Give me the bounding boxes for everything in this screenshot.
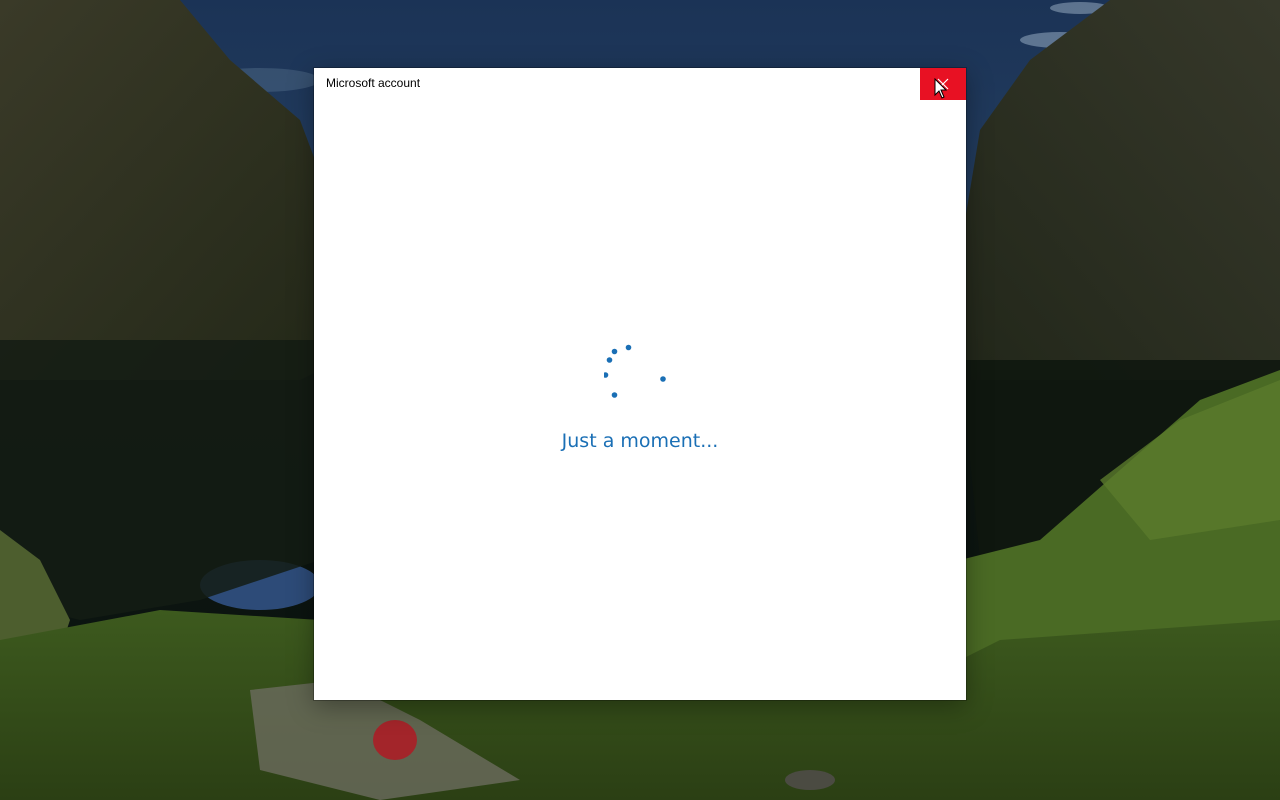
- dialog-content: Just a moment...: [314, 100, 966, 700]
- status-text: Just a moment...: [561, 430, 719, 452]
- close-icon: [920, 68, 966, 100]
- title-bar[interactable]: Microsoft account: [314, 68, 966, 100]
- microsoft-account-dialog: Microsoft account Just a moment...: [314, 68, 966, 700]
- desktop: Microsoft account Just a moment...: [0, 0, 1280, 800]
- loading-spinner-icon: [604, 344, 666, 398]
- close-button[interactable]: [920, 68, 966, 100]
- window-title: Microsoft account: [326, 76, 421, 90]
